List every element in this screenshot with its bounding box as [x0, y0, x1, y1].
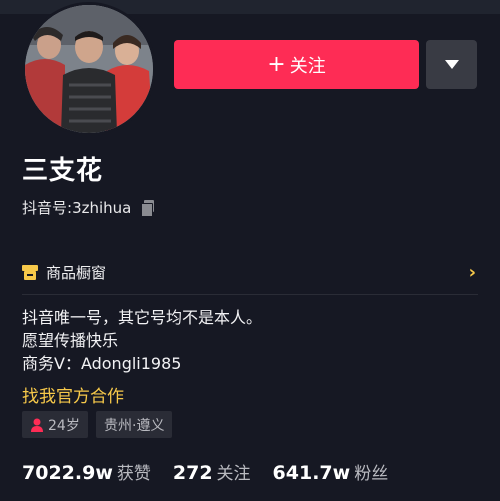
followers-stat[interactable]: 641.7w 粉丝: [273, 459, 389, 484]
location-label: 贵州·遵义: [104, 417, 165, 434]
copy-icon[interactable]: [141, 200, 155, 217]
profile-name: 三支花: [22, 156, 104, 186]
location-tag: 贵州·遵义: [96, 411, 173, 438]
douyin-id-value: 3zhihua: [72, 198, 132, 217]
more-button[interactable]: [426, 40, 477, 89]
following-stat[interactable]: 272 关注: [173, 459, 251, 484]
age-label: 24岁: [48, 417, 80, 434]
shop-window-row[interactable]: 商品橱窗 ›: [22, 250, 478, 295]
follow-label: 关注: [289, 55, 326, 77]
bio-line: 抖音唯一号，其它号均不是本人。: [22, 308, 263, 327]
likes-stat[interactable]: 7022.9w 获赞: [22, 459, 151, 484]
stats-row: 7022.9w 获赞 272 关注 641.7w 粉丝: [22, 459, 410, 484]
likes-label: 获赞: [116, 464, 151, 484]
follow-button[interactable]: + 关注: [174, 40, 419, 89]
age-tag: 24岁: [22, 411, 88, 438]
plus-icon: +: [267, 51, 286, 77]
avatar-photo: [25, 5, 153, 133]
cooperation-link[interactable]: 找我官方合作: [22, 382, 124, 407]
triangle-down-icon: [444, 59, 459, 69]
shop-icon: [22, 264, 38, 280]
douyin-id-label: 抖音号:: [22, 199, 73, 217]
followers-label: 粉丝: [354, 464, 389, 484]
followers-count: 641.7w: [272, 462, 351, 484]
likes-count: 7022.9w: [22, 462, 113, 484]
following-count: 272: [172, 462, 213, 484]
bio: 抖音唯一号，其它号均不是本人。 愿望传播快乐 商务V：Adongli1985: [22, 306, 262, 375]
female-icon: [31, 418, 43, 432]
avatar[interactable]: [22, 2, 156, 136]
following-label: 关注: [216, 464, 251, 484]
bio-line: 商务V：Adongli1985: [22, 354, 182, 373]
douyin-id-row: 抖音号: 3zhihua: [22, 197, 155, 218]
chevron-right-icon: ›: [468, 262, 476, 283]
bio-line: 愿望传播快乐: [22, 331, 119, 350]
shop-window-label: 商品橱窗: [46, 263, 107, 282]
